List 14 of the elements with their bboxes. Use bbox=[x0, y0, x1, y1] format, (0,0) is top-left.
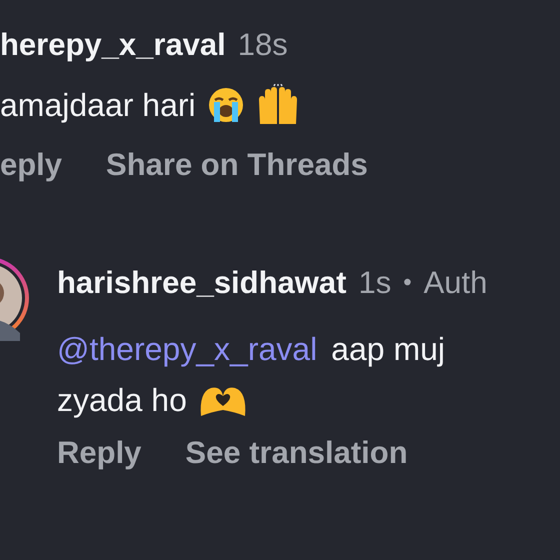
reply-button[interactable]: eply bbox=[0, 147, 62, 183]
reply-button[interactable]: Reply bbox=[57, 435, 142, 471]
action-link[interactable]: See translation bbox=[185, 435, 408, 471]
action-link[interactable]: Share on Threads bbox=[106, 147, 368, 183]
comment-text: zyada ho bbox=[57, 382, 187, 418]
username[interactable]: herepy_x_raval bbox=[0, 27, 226, 63]
comment-text: aap muj bbox=[331, 330, 446, 368]
separator: • bbox=[403, 269, 412, 297]
author-label: Auth bbox=[424, 265, 488, 301]
timestamp: 1s bbox=[358, 265, 392, 301]
timestamp: 18s bbox=[238, 27, 288, 63]
comment-text: amajdaar hari bbox=[0, 86, 196, 124]
username[interactable]: harishree_sidhawat bbox=[57, 265, 346, 301]
mention-link[interactable]: @therepy_x_raval bbox=[57, 330, 318, 368]
